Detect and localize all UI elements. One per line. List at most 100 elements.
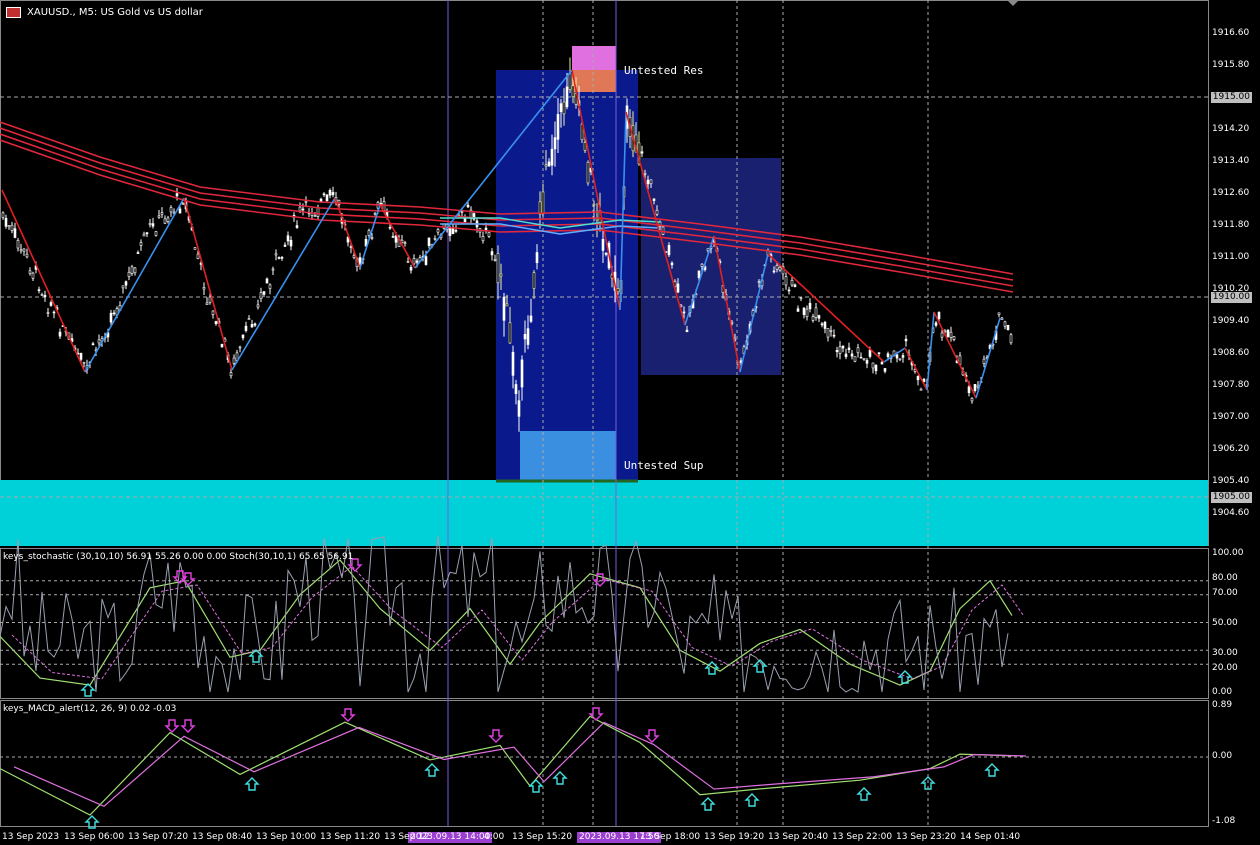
candle-body	[946, 329, 950, 338]
candle-body	[844, 353, 848, 357]
macd-buy-arrow-icon	[744, 793, 760, 807]
candle-body	[829, 330, 833, 332]
candle-body	[493, 259, 497, 261]
candle-body	[862, 358, 866, 360]
price-tag-1905: 1905.00	[1210, 492, 1252, 503]
time-axis-label: 13 Sep 10:00	[256, 832, 317, 842]
time-axis-label: 13 Sep 07:20	[128, 832, 189, 842]
candle-body	[832, 334, 836, 337]
candle-body	[244, 325, 248, 331]
candle-body	[91, 343, 95, 346]
candle-body	[838, 346, 842, 354]
candle-body	[856, 347, 860, 354]
macd-buy-arrow-icon	[424, 763, 440, 777]
zigzag-segment	[933, 311, 977, 399]
stoch-axis-tick: 80.00	[1212, 573, 1238, 583]
candle-body	[232, 357, 236, 364]
price-axis-tick: 1915.80	[1212, 60, 1250, 70]
candle-body	[412, 258, 416, 265]
candle-body	[19, 249, 23, 252]
candle-body	[97, 339, 101, 344]
price-axis-tick: 1907.80	[1212, 380, 1250, 390]
candle-body	[949, 331, 953, 338]
price-axis-tick: 1914.20	[1212, 124, 1250, 134]
candle-body	[58, 331, 62, 337]
candle-body	[565, 86, 569, 108]
candle-body	[640, 151, 644, 154]
candle-body	[529, 315, 533, 322]
candle-body	[517, 400, 521, 417]
candle-body	[265, 278, 269, 284]
price-tag-1915: 1915.00	[1210, 92, 1252, 103]
resistance-zone-top	[572, 46, 616, 70]
macd-sell-arrow-icon	[488, 729, 504, 743]
candle-body	[205, 302, 209, 306]
stoch-axis-tick: 20.00	[1212, 663, 1238, 673]
candle-body	[7, 225, 11, 228]
macd-sell-arrow-icon	[180, 719, 196, 733]
macd-sell-arrow-icon	[340, 708, 356, 722]
candle-body	[277, 257, 281, 259]
chart-canvas[interactable]	[0, 0, 1260, 845]
candle-body	[547, 161, 551, 167]
candle-body	[220, 343, 224, 348]
candle-body	[655, 209, 659, 215]
candle-body	[181, 203, 185, 205]
candle-body	[952, 336, 956, 340]
candle-body	[562, 101, 566, 115]
candle-body	[775, 265, 779, 270]
candle-body	[427, 237, 431, 246]
candle-body	[136, 252, 140, 254]
price-axis-tick: 1911.80	[1212, 220, 1250, 230]
macd-pane-border	[0, 700, 1209, 827]
candle-body	[304, 200, 308, 203]
zigzag-segment	[231, 197, 336, 371]
candle-body	[556, 114, 560, 140]
price-axis-tick: 1913.40	[1212, 156, 1250, 166]
candle-body	[238, 346, 242, 349]
candle-body	[481, 236, 485, 242]
candle-body	[544, 164, 548, 167]
macd-signal-line	[13, 721, 1027, 808]
untested-res-label: Untested Res	[624, 64, 704, 77]
price-axis-tick: 1916.60	[1212, 28, 1250, 38]
candle-body	[286, 235, 290, 242]
candle-body	[37, 289, 41, 292]
candle-body	[1, 212, 5, 218]
candle-body	[850, 353, 854, 357]
candle-body	[382, 201, 386, 211]
macd-sell-arrow-icon	[164, 719, 180, 733]
stoch-axis-tick: 100.00	[1212, 548, 1244, 558]
candle-body	[352, 255, 356, 258]
candle-body	[328, 189, 332, 196]
candle-body	[256, 304, 260, 308]
candle-body	[592, 203, 596, 206]
candle-body	[448, 228, 452, 236]
candle-body	[424, 256, 428, 265]
candle-body	[388, 226, 392, 229]
candle-body	[865, 360, 869, 364]
candle-body	[604, 253, 608, 255]
candle-body	[202, 287, 206, 290]
candle-body	[391, 236, 395, 238]
candle-body	[502, 296, 506, 321]
candle-body	[514, 384, 518, 394]
zigzag-segment	[84, 197, 185, 373]
candle-body	[169, 207, 173, 213]
untested-sup-label: Untested Sup	[624, 459, 704, 472]
candle-body	[31, 272, 35, 279]
macd-buy-arrow-icon	[700, 797, 716, 811]
price-axis-tick: 1910.20	[1212, 284, 1250, 294]
candle-body	[877, 352, 881, 354]
zigzag-segment	[1, 189, 86, 373]
zigzag-segment	[975, 317, 1001, 399]
candle-body	[778, 267, 782, 271]
candle-body	[823, 321, 827, 329]
stoch-axis-tick: 70.00	[1212, 588, 1238, 598]
candle-body	[46, 312, 50, 314]
candle-body	[10, 224, 14, 231]
candle-body	[508, 322, 512, 344]
price-axis-tick: 1905.40	[1212, 476, 1250, 486]
candle-body	[997, 312, 1001, 315]
candle-body	[874, 364, 878, 372]
